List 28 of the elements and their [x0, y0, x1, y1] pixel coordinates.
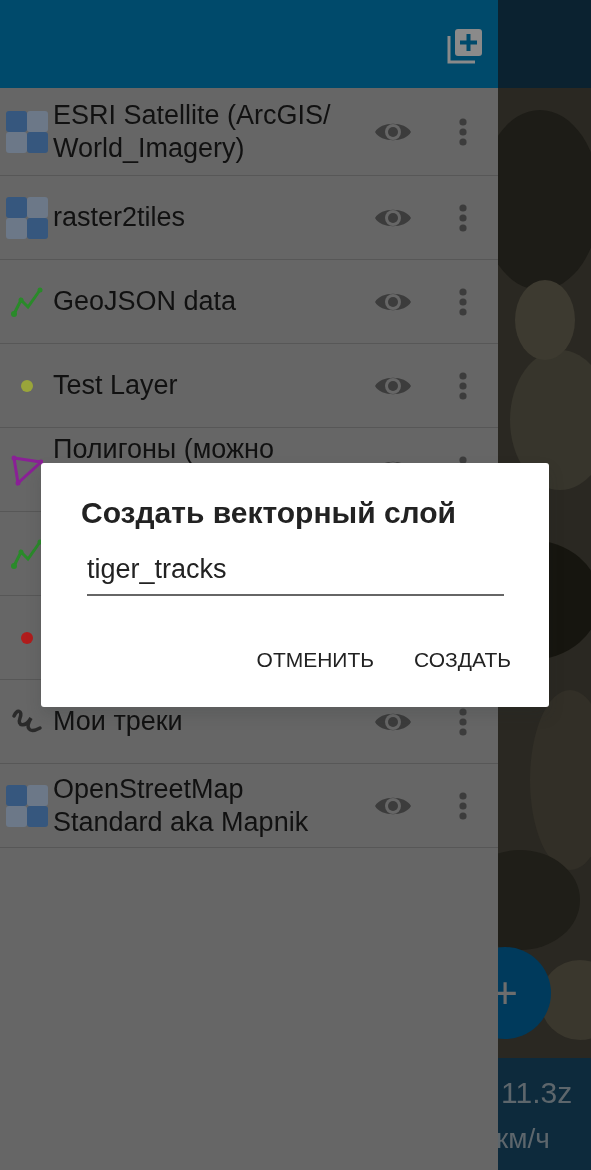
layer-name: ESRI Satellite (ArcGIS/ World_Imagery): [53, 99, 332, 164]
layer-name: OpenStreetMap Standard aka Mapnik: [53, 773, 310, 838]
dialog-title: Создать векторный слой: [81, 495, 458, 531]
more-icon[interactable]: [459, 707, 467, 736]
add-layer-icon[interactable]: [447, 28, 483, 64]
more-icon[interactable]: [459, 203, 467, 232]
layer-row[interactable]: Test Layer: [0, 344, 498, 428]
more-icon[interactable]: [459, 371, 467, 400]
layer-row[interactable]: raster2tiles: [0, 176, 498, 260]
create-button[interactable]: СОЗДАТЬ: [406, 635, 519, 683]
layer-row[interactable]: OpenStreetMap Standard aka Mapnik: [0, 764, 498, 848]
more-icon[interactable]: [459, 791, 467, 820]
tiles-icon: [6, 110, 48, 153]
speed-unit: км/ч: [496, 1122, 550, 1156]
layer-row[interactable]: ESRI Satellite (ArcGIS/ World_Imagery): [0, 88, 498, 176]
layer-name: GeoJSON data: [53, 285, 238, 318]
layer-row[interactable]: GeoJSON data: [0, 260, 498, 344]
cancel-button[interactable]: ОТМЕНИТЬ: [248, 635, 383, 683]
layer-name: Полигоны (можно: [53, 433, 275, 466]
zoom-level: 11.3z: [501, 1075, 573, 1111]
tiles-icon: [6, 196, 48, 239]
more-icon[interactable]: [459, 117, 467, 146]
layer-name: Мои треки: [53, 705, 184, 738]
more-icon[interactable]: [459, 287, 467, 316]
tiles-icon: [6, 784, 48, 827]
name-field[interactable]: tiger_tracks: [87, 549, 504, 596]
layer-name: Test Layer: [53, 369, 179, 402]
layer-name: raster2tiles: [53, 201, 187, 234]
